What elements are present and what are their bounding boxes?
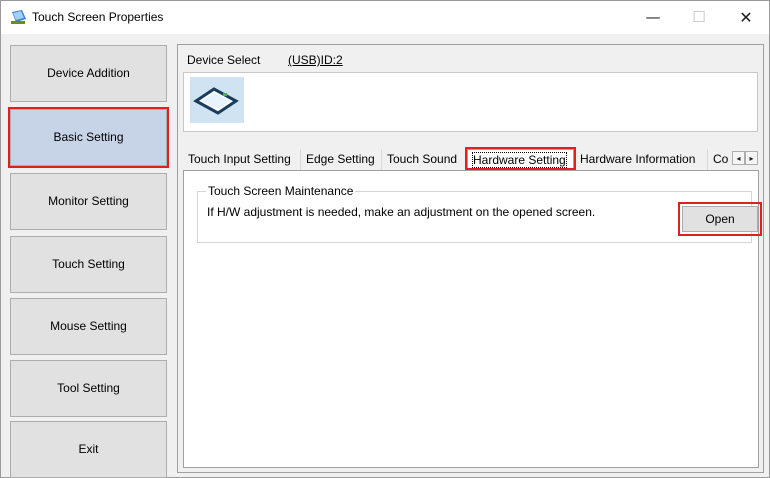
- touch-screen-properties-window: Touch Screen Properties — ☐ ✕ Device Add…: [0, 0, 770, 478]
- tab-touch-input-setting[interactable]: Touch Input Setting: [183, 149, 301, 170]
- tab-label: Hardware Information: [580, 152, 696, 166]
- minimize-button[interactable]: —: [630, 1, 676, 34]
- maintenance-instruction: If H/W adjustment is needed, make an adj…: [207, 205, 596, 219]
- tab-label: Touch Sound: [387, 152, 458, 166]
- tab-truncated[interactable]: Co: [708, 149, 732, 170]
- device-addition-button[interactable]: Device Addition: [10, 45, 167, 102]
- monitor-setting-button[interactable]: Monitor Setting: [10, 173, 167, 230]
- tab-scroll-left-button[interactable]: ◂: [732, 151, 745, 165]
- basic-setting-button[interactable]: Basic Setting: [8, 107, 169, 168]
- tab-scroll-right-button[interactable]: ▸: [745, 151, 758, 165]
- touch-screen-maintenance-group: Touch Screen Maintenance If H/W adjustme…: [197, 184, 762, 243]
- group-title: Touch Screen Maintenance: [206, 184, 356, 198]
- maximize-button[interactable]: ☐: [676, 1, 722, 34]
- app-icon: [11, 10, 26, 24]
- hardware-setting-page: Touch Screen Maintenance If H/W adjustme…: [183, 170, 762, 468]
- open-button[interactable]: Open: [678, 202, 762, 236]
- settings-tabs: Touch Input Setting Edge Setting Touch S…: [183, 147, 759, 170]
- exit-button[interactable]: Exit: [10, 421, 167, 478]
- tab-label: Co: [713, 152, 729, 166]
- mouse-setting-button[interactable]: Mouse Setting: [10, 298, 167, 355]
- tab-hardware-information[interactable]: Hardware Information: [575, 149, 708, 170]
- tab-label: Edge Setting: [306, 152, 375, 166]
- device-list[interactable]: [183, 72, 758, 132]
- title-bar[interactable]: Touch Screen Properties — ☐ ✕: [1, 1, 769, 34]
- tab-label: Hardware Setting: [472, 152, 567, 168]
- window-title: Touch Screen Properties: [32, 10, 164, 24]
- main-panel: Device Select (USB)ID:2 Touch Input Sett…: [177, 44, 764, 473]
- tab-touch-sound[interactable]: Touch Sound: [382, 149, 466, 170]
- touch-screen-device-icon[interactable]: [190, 77, 244, 123]
- close-button[interactable]: ✕: [723, 1, 769, 34]
- device-select-label: Device Select: [187, 53, 261, 67]
- device-select-link[interactable]: (USB)ID:2: [288, 53, 343, 67]
- tab-hardware-setting[interactable]: Hardware Setting: [465, 147, 576, 170]
- tool-setting-button[interactable]: Tool Setting: [10, 360, 167, 417]
- tab-label: Touch Input Setting: [188, 152, 291, 166]
- touch-setting-button[interactable]: Touch Setting: [10, 236, 167, 293]
- tab-edge-setting[interactable]: Edge Setting: [301, 149, 382, 170]
